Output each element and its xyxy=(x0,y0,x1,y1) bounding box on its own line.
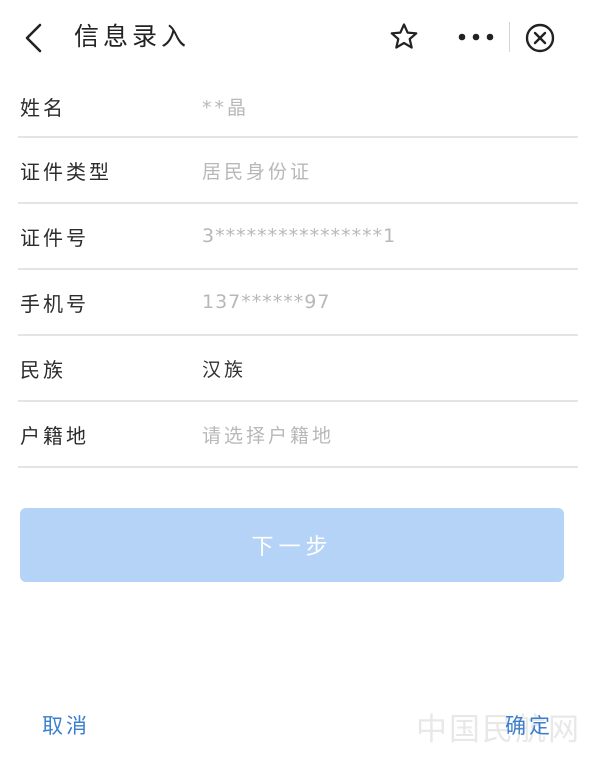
watermark: 中国民航网 xyxy=(416,712,581,748)
household-select[interactable]: 请选择户籍地 xyxy=(202,402,334,466)
cancel-button[interactable]: 取消 xyxy=(42,710,90,740)
field-label: 民族 xyxy=(20,357,66,382)
form-row-id-type[interactable]: 证件类型 居民身份证 xyxy=(18,138,578,204)
back-icon[interactable] xyxy=(22,22,48,54)
field-label: 姓名 xyxy=(20,95,66,120)
page-title: 信息录入 xyxy=(74,22,191,51)
star-icon[interactable] xyxy=(389,22,419,52)
next-button[interactable]: 下一步 xyxy=(20,508,564,582)
more-icon[interactable] xyxy=(456,28,496,46)
confirm-button[interactable]: 确定 xyxy=(505,710,553,740)
form-row-id-number[interactable]: 证件号 3****************1 xyxy=(18,204,578,270)
field-label: 证件号 xyxy=(20,225,89,250)
header-divider xyxy=(509,22,510,52)
id-number-field[interactable]: 3****************1 xyxy=(202,204,396,268)
field-label: 证件类型 xyxy=(20,159,112,184)
id-type-field[interactable]: 居民身份证 xyxy=(202,138,312,202)
info-form: 姓名 **晶 证件类型 居民身份证 证件号 3****************1… xyxy=(0,76,600,468)
form-row-household[interactable]: 户籍地 请选择户籍地 xyxy=(18,402,578,468)
ethnicity-field[interactable]: 汉族 xyxy=(202,336,246,400)
form-row-phone[interactable]: 手机号 137******97 xyxy=(18,270,578,336)
phone-field[interactable]: 137******97 xyxy=(202,270,330,334)
field-label: 手机号 xyxy=(20,291,89,316)
name-field[interactable]: **晶 xyxy=(202,76,249,136)
nav-header: 信息录入 xyxy=(0,0,600,76)
close-icon[interactable] xyxy=(524,22,556,54)
field-label: 户籍地 xyxy=(20,423,89,448)
form-row-name[interactable]: 姓名 **晶 xyxy=(18,76,578,138)
form-row-ethnicity[interactable]: 民族 汉族 xyxy=(18,336,578,402)
